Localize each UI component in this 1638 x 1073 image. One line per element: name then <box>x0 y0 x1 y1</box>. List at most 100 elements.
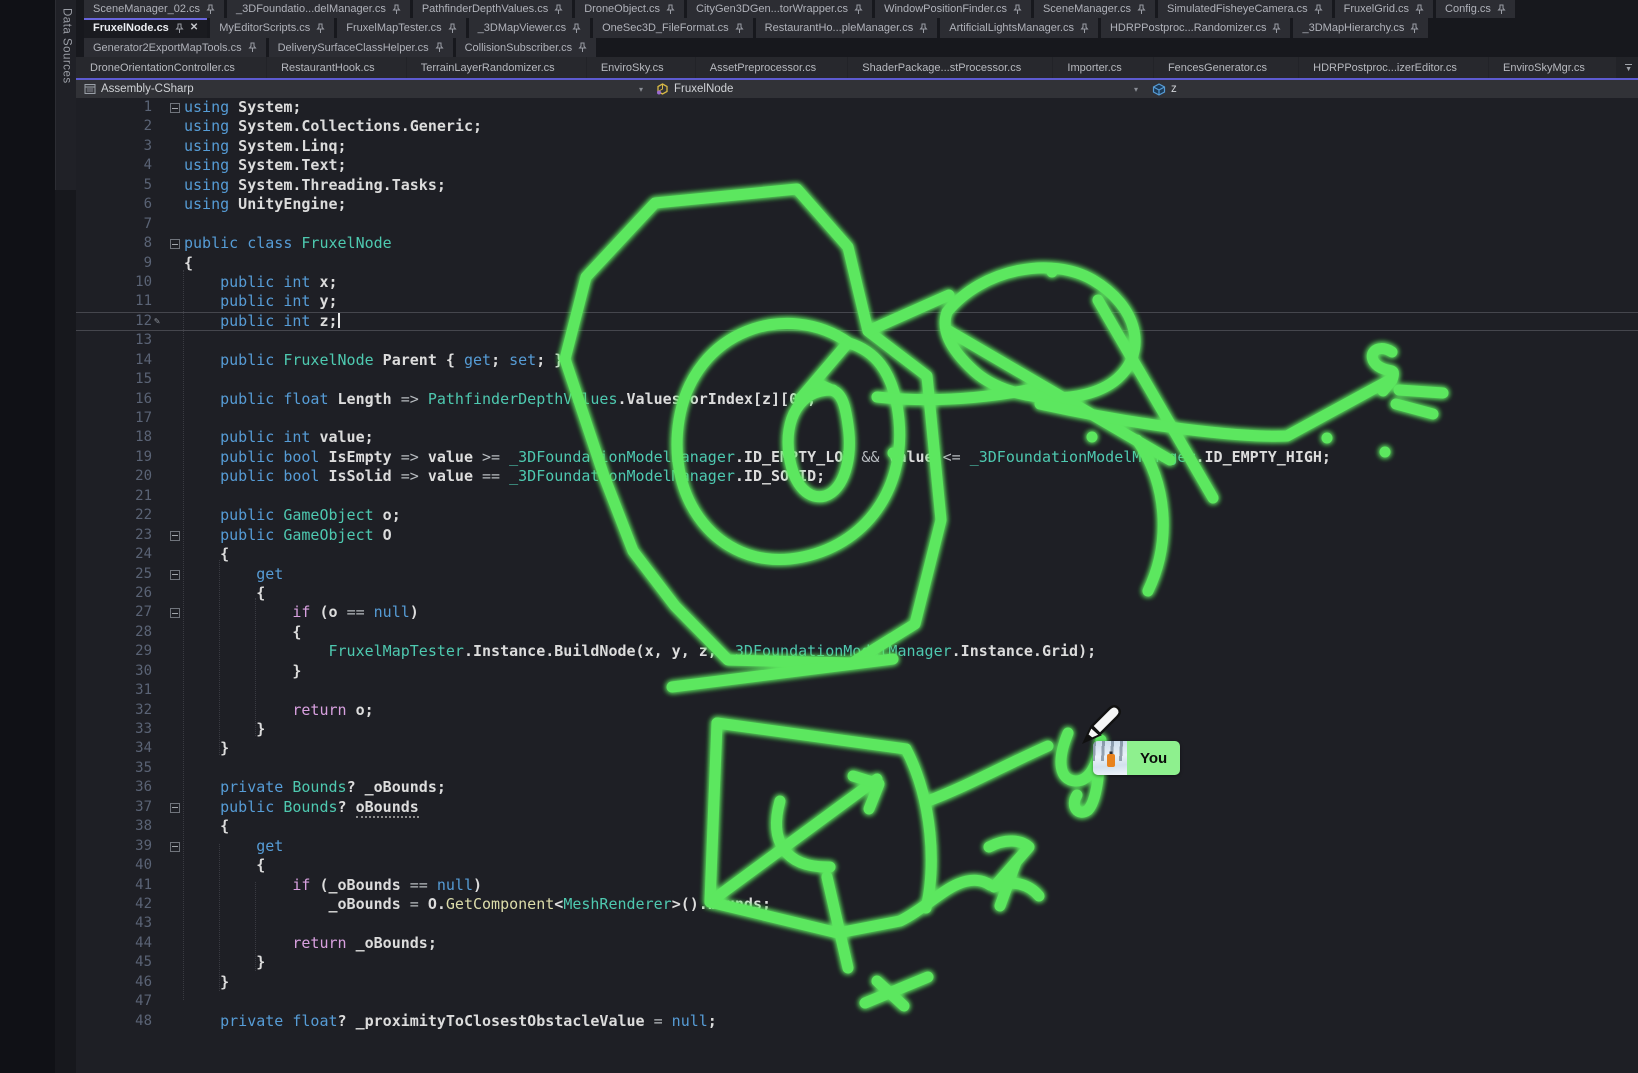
pin-icon[interactable] <box>1410 23 1419 34</box>
code-line[interactable]: 23 public GameObject O <box>76 526 1638 545</box>
tab-PathfinderDepthValues.cs[interactable]: PathfinderDepthValues.cs <box>413 0 572 18</box>
code-line[interactable]: 25 get <box>76 565 1638 584</box>
code-line[interactable]: 20 public bool IsSolid => value == _3DFo… <box>76 467 1638 486</box>
pin-icon[interactable] <box>1415 4 1424 15</box>
pin-icon[interactable] <box>1137 4 1146 15</box>
tab-FruxelGrid.cs[interactable]: FruxelGrid.cs <box>1335 0 1433 18</box>
pin-icon[interactable] <box>206 4 215 15</box>
code-line[interactable]: 43 <box>76 914 1638 933</box>
code-line[interactable]: 3using System.Linq; <box>76 137 1638 156</box>
pin-icon[interactable] <box>316 23 325 34</box>
document-item-DroneOrientationController.cs[interactable]: DroneOrientationController.cs <box>76 57 266 78</box>
tab-OneSec3D_FileFormat.cs[interactable]: OneSec3D_FileFormat.cs <box>593 18 753 38</box>
document-item-FencesGenerator.cs[interactable]: FencesGenerator.cs <box>1154 57 1298 78</box>
code-line[interactable]: 36 private Bounds? _oBounds; <box>76 778 1638 797</box>
code-line[interactable]: 6using UnityEngine; <box>76 195 1638 214</box>
tab-ArtificialLightsManager.cs[interactable]: ArtificialLightsManager.cs <box>940 18 1098 38</box>
pin-icon[interactable] <box>854 4 863 15</box>
fold-collapse-box[interactable] <box>168 565 184 584</box>
tab-_3DMapViewer.cs[interactable]: _3DMapViewer.cs <box>469 18 590 38</box>
code-line[interactable]: 17 <box>76 409 1638 428</box>
document-item-EnviroSky.cs[interactable]: EnviroSky.cs <box>587 57 695 78</box>
code-line[interactable]: 28 { <box>76 623 1638 642</box>
fold-collapse-box[interactable] <box>168 98 184 117</box>
code-line[interactable]: 44 return _oBounds; <box>76 934 1638 953</box>
code-line[interactable]: 24 { <box>76 545 1638 564</box>
fold-collapse-box[interactable] <box>168 526 184 545</box>
tab-FruxelMapTester.cs[interactable]: FruxelMapTester.cs <box>337 18 465 38</box>
tab-FruxelNode.cs[interactable]: FruxelNode.cs✕ <box>84 18 207 38</box>
pin-icon[interactable] <box>448 23 457 34</box>
code-line[interactable]: 12✎ public int z; <box>76 312 1638 331</box>
code-line[interactable]: 47 <box>76 992 1638 1011</box>
document-item-EnviroSkyMgr.cs[interactable]: EnviroSkyMgr.cs <box>1489 57 1616 78</box>
breadcrumb-project[interactable]: Assembly-CSharp <box>84 80 194 98</box>
document-item-HDRPPostproc...izerEditor.cs[interactable]: HDRPPostproc...izerEditor.cs <box>1299 57 1488 78</box>
pin-icon[interactable] <box>572 23 581 34</box>
code-line[interactable]: 27 if (o == null) <box>76 603 1638 622</box>
code-line[interactable]: 33 } <box>76 720 1638 739</box>
code-line[interactable]: 10 public int x; <box>76 273 1638 292</box>
pin-icon[interactable] <box>578 42 587 53</box>
document-item-Importer.cs[interactable]: Importer.cs <box>1053 57 1153 78</box>
code-line[interactable]: 4using System.Text; <box>76 156 1638 175</box>
code-line[interactable]: 35 <box>76 759 1638 778</box>
tab-SceneManager.cs[interactable]: SceneManager.cs <box>1034 0 1155 18</box>
code-line[interactable]: 2using System.Collections.Generic; <box>76 117 1638 136</box>
document-item-RestaurantHook.cs[interactable]: RestaurantHook.cs <box>267 57 406 78</box>
tab-_3DMapHierarchy.cs[interactable]: _3DMapHierarchy.cs <box>1293 18 1428 38</box>
code-line[interactable]: 37 public Bounds? oBounds <box>76 798 1638 817</box>
pin-icon[interactable] <box>248 42 257 53</box>
pin-icon[interactable] <box>175 23 184 34</box>
tab-_3DFoundatio...delManager.cs[interactable]: _3DFoundatio...delManager.cs <box>227 0 410 18</box>
code-line[interactable]: 45 } <box>76 953 1638 972</box>
tab-CollisionSubscriber.cs[interactable]: CollisionSubscriber.cs <box>456 38 597 57</box>
code-line[interactable]: 21 <box>76 487 1638 506</box>
code-line[interactable]: 5using System.Threading.Tasks; <box>76 176 1638 195</box>
breadcrumb-project-dropdown[interactable]: ▾ <box>639 80 643 98</box>
pin-icon[interactable] <box>1013 4 1022 15</box>
code-line[interactable]: 7 <box>76 215 1638 234</box>
code-line[interactable]: 34 } <box>76 739 1638 758</box>
code-line[interactable]: 11 public int y; <box>76 292 1638 311</box>
pin-icon[interactable] <box>392 4 401 15</box>
code-line[interactable]: 19 public bool IsEmpty => value >= _3DFo… <box>76 448 1638 467</box>
breadcrumb-member[interactable]: z <box>1152 80 1177 98</box>
pin-icon[interactable] <box>1314 4 1323 15</box>
tab-CityGen3DGen...torWrapper.cs[interactable]: CityGen3DGen...torWrapper.cs <box>687 0 872 18</box>
document-item-ShaderPackage...stProcessor.cs[interactable]: ShaderPackage...stProcessor.cs <box>848 57 1052 78</box>
code-line[interactable]: 41 if (_oBounds == null) <box>76 876 1638 895</box>
code-line[interactable]: 32 return o; <box>76 701 1638 720</box>
code-line[interactable]: 15 <box>76 370 1638 389</box>
tab-SimulatedFisheyeCamera.cs[interactable]: SimulatedFisheyeCamera.cs <box>1158 0 1332 18</box>
data-sources-vertical-tab[interactable]: Data Sources <box>55 0 77 190</box>
breadcrumb-type[interactable]: FruxelNode <box>656 80 733 98</box>
code-line[interactable]: 18 public int value; <box>76 428 1638 447</box>
tab-WindowPositionFinder.cs[interactable]: WindowPositionFinder.cs <box>875 0 1031 18</box>
pin-icon[interactable] <box>735 23 744 34</box>
code-line[interactable]: 40 { <box>76 856 1638 875</box>
pin-icon[interactable] <box>919 23 928 34</box>
tab-RestaurantHo...pleManager.cs[interactable]: RestaurantHo...pleManager.cs <box>756 18 938 38</box>
code-line[interactable]: 48 private float? _proximityToClosestObs… <box>76 1012 1638 1031</box>
tab-HDRPPostproc...Randomizer.cs[interactable]: HDRPPostproc...Randomizer.cs <box>1101 18 1291 38</box>
tab-DeliverySurfaceClassHelper.cs[interactable]: DeliverySurfaceClassHelper.cs <box>269 38 453 57</box>
fold-collapse-box[interactable] <box>168 798 184 817</box>
code-line[interactable]: 16 public float Length => PathfinderDept… <box>76 390 1638 409</box>
document-item-TerrainLayerRandomizer.cs[interactable]: TerrainLayerRandomizer.cs <box>407 57 586 78</box>
pin-icon[interactable] <box>435 42 444 53</box>
tab-Config.cs[interactable]: Config.cs <box>1436 0 1515 18</box>
code-line[interactable]: 31 <box>76 681 1638 700</box>
code-line[interactable]: 14 public FruxelNode Parent { get; set; … <box>76 351 1638 370</box>
pin-icon[interactable] <box>1497 4 1506 15</box>
pin-icon[interactable] <box>666 4 675 15</box>
close-icon[interactable]: ✕ <box>190 23 198 33</box>
pin-icon[interactable] <box>1080 23 1089 34</box>
code-line[interactable]: 46 } <box>76 973 1638 992</box>
tab-MyEditorScripts.cs[interactable]: MyEditorScripts.cs <box>210 18 334 38</box>
code-line[interactable]: 39 get <box>76 837 1638 856</box>
code-editor[interactable]: 1using System;2using System.Collections.… <box>76 98 1638 1073</box>
code-line[interactable]: 22 public GameObject o; <box>76 506 1638 525</box>
code-line[interactable]: 9{ <box>76 254 1638 273</box>
code-line[interactable]: 42 _oBounds = O.GetComponent<MeshRendere… <box>76 895 1638 914</box>
